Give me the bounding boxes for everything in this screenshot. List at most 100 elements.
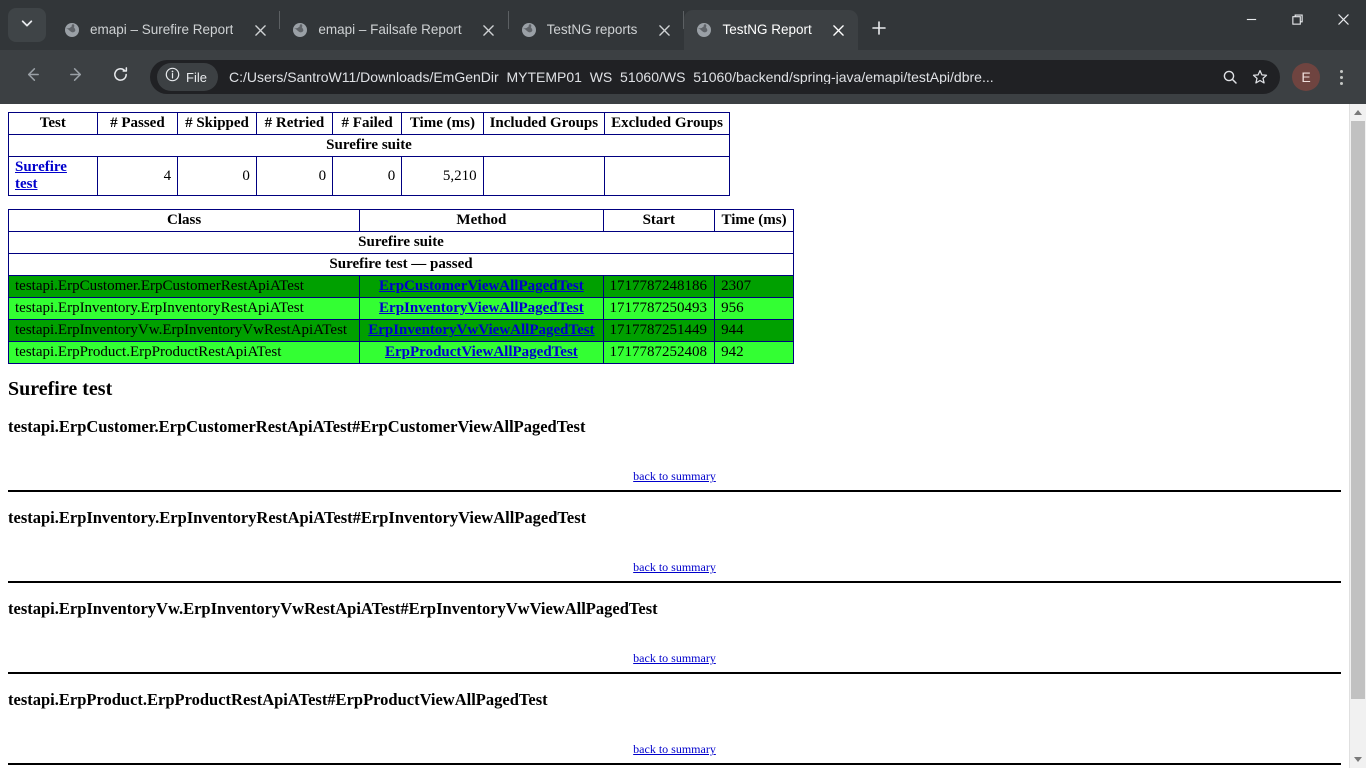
back-to-summary-row: back to summary bbox=[8, 649, 1341, 667]
close-icon[interactable] bbox=[478, 19, 500, 41]
forward-button[interactable] bbox=[60, 61, 92, 93]
method-link[interactable]: ErpProductViewAllPagedTest bbox=[385, 344, 578, 360]
surefire-test-link[interactable]: Surefire test bbox=[15, 159, 67, 192]
summary-passed: 4 bbox=[96, 156, 179, 196]
scrollbar-track[interactable] bbox=[1350, 121, 1366, 751]
kebab-menu-icon[interactable] bbox=[1326, 62, 1356, 92]
back-to-summary-row: back to summary bbox=[8, 467, 1341, 485]
globe-icon bbox=[521, 22, 537, 38]
new-tab-button[interactable] bbox=[864, 15, 894, 45]
back-to-summary-link[interactable]: back to summary bbox=[633, 651, 716, 665]
reload-button[interactable] bbox=[104, 61, 136, 93]
suite-name-row: Surefire suite bbox=[8, 134, 730, 157]
col-class: Class bbox=[7, 209, 361, 232]
zoom-icon[interactable] bbox=[1216, 63, 1244, 91]
detail-heading-0: testapi.ErpCustomer.ErpCustomerRestApiAT… bbox=[8, 417, 586, 436]
maximize-button[interactable] bbox=[1274, 0, 1320, 44]
back-to-summary-link[interactable]: back to summary bbox=[633, 742, 716, 756]
detail-heading-2: testapi.ErpInventoryVw.ErpInventoryVwRes… bbox=[8, 599, 658, 618]
back-icon bbox=[24, 66, 41, 88]
method-time: 956 bbox=[714, 297, 794, 320]
globe-icon bbox=[696, 22, 712, 38]
method-link[interactable]: ErpInventoryViewAllPagedTest bbox=[379, 300, 584, 316]
method-cell: ErpInventoryVwViewAllPagedTest bbox=[359, 319, 604, 342]
window-controls bbox=[1228, 0, 1366, 44]
file-scheme-chip[interactable]: File bbox=[157, 63, 218, 91]
suite-name: Surefire suite bbox=[8, 134, 730, 157]
method-start: 1717787251449 bbox=[602, 319, 716, 342]
method-time: 2307 bbox=[714, 275, 794, 298]
tab-testng-reports[interactable]: TestNG reports bbox=[509, 10, 684, 50]
testng-report-page: Test # Passed # Skipped # Retried # Fail… bbox=[0, 104, 1349, 768]
back-button[interactable] bbox=[16, 61, 48, 93]
tab-testng-report-active[interactable]: TestNG Report bbox=[684, 10, 858, 50]
browser-window: emapi – Surefire Report emapi – Failsafe… bbox=[0, 0, 1366, 768]
method-cell: ErpCustomerViewAllPagedTest bbox=[359, 275, 604, 298]
scroll-down-button[interactable] bbox=[1350, 751, 1366, 768]
minimize-icon bbox=[1245, 13, 1258, 31]
table-header-row: Test # Passed # Skipped # Retried # Fail… bbox=[8, 112, 730, 135]
col-test: Test bbox=[8, 112, 98, 135]
close-icon[interactable] bbox=[249, 19, 271, 41]
tab-failsafe-report[interactable]: emapi – Failsafe Report bbox=[280, 10, 507, 50]
url-text[interactable]: C:/Users/SantroW11/Downloads/EmGenDir_MY… bbox=[229, 70, 1214, 84]
col-start: Start bbox=[602, 209, 716, 232]
close-icon[interactable] bbox=[828, 19, 850, 41]
restore-icon bbox=[1291, 13, 1304, 31]
method-cell: ErpProductViewAllPagedTest bbox=[359, 341, 604, 364]
method-class: testapi.ErpInventory.ErpInventoryRestApi… bbox=[7, 297, 361, 320]
arrow-up-icon bbox=[1354, 110, 1362, 115]
method-class: testapi.ErpProduct.ErpProductRestApiATes… bbox=[7, 341, 361, 364]
star-icon[interactable] bbox=[1246, 63, 1274, 91]
table-header-row: Class Method Start Time (ms) bbox=[7, 209, 794, 232]
method-link[interactable]: ErpCustomerViewAllPagedTest bbox=[379, 278, 584, 294]
method-time: 942 bbox=[714, 341, 794, 364]
minimize-button[interactable] bbox=[1228, 0, 1274, 44]
close-window-button[interactable] bbox=[1320, 0, 1366, 44]
summary-skipped: 0 bbox=[177, 156, 257, 196]
forward-icon bbox=[68, 66, 85, 88]
summary-retried: 0 bbox=[255, 156, 334, 196]
col-time: Time (ms) bbox=[401, 112, 484, 135]
col-passed: # Passed bbox=[96, 112, 179, 135]
browser-toolbar: File C:/Users/SantroW11/Downloads/EmGenD… bbox=[0, 50, 1366, 104]
scroll-up-button[interactable] bbox=[1350, 104, 1366, 121]
avatar[interactable]: E bbox=[1292, 63, 1320, 91]
method-cell: ErpInventoryViewAllPagedTest bbox=[359, 297, 604, 320]
col-skipped: # Skipped bbox=[177, 112, 257, 135]
page-viewport: Test # Passed # Skipped # Retried # Fail… bbox=[0, 104, 1366, 768]
col-method: Method bbox=[359, 209, 604, 232]
tab-strip: emapi – Surefire Report emapi – Failsafe… bbox=[0, 0, 1366, 50]
globe-icon bbox=[292, 22, 308, 38]
table-row: testapi.ErpInventoryVw.ErpInventoryVwRes… bbox=[7, 319, 794, 342]
col-included: Included Groups bbox=[482, 112, 606, 135]
test-status: Surefire test — passed bbox=[8, 253, 794, 276]
summary-test-cell: Surefire test bbox=[8, 156, 98, 196]
globe-icon bbox=[64, 22, 80, 38]
method-start: 1717787248186 bbox=[602, 275, 716, 298]
table-row: testapi.ErpCustomer.ErpCustomerRestApiAT… bbox=[7, 275, 794, 298]
detail-heading-3: testapi.ErpProduct.ErpProductRestApiATes… bbox=[8, 690, 548, 709]
test-status-row: Surefire test — passed bbox=[8, 253, 794, 276]
col-failed: # Failed bbox=[332, 112, 403, 135]
page-scrollbar[interactable] bbox=[1349, 104, 1366, 768]
col-retried: # Retried bbox=[255, 112, 334, 135]
tab-title: TestNG Report bbox=[722, 23, 812, 37]
reload-icon bbox=[112, 66, 129, 88]
close-icon[interactable] bbox=[653, 19, 675, 41]
back-to-summary-row: back to summary bbox=[8, 740, 1341, 758]
tab-surefire-report[interactable]: emapi – Surefire Report bbox=[52, 10, 279, 50]
tab-search-button[interactable] bbox=[8, 8, 46, 42]
back-to-summary-link[interactable]: back to summary bbox=[633, 469, 716, 483]
suite-summary-table: Test # Passed # Skipped # Retried # Fail… bbox=[8, 112, 730, 196]
section-divider bbox=[8, 581, 1341, 583]
arrow-down-icon bbox=[1354, 757, 1362, 762]
methods-table: Class Method Start Time (ms) Surefire su… bbox=[7, 209, 794, 364]
col-time: Time (ms) bbox=[714, 209, 794, 232]
address-bar[interactable]: File C:/Users/SantroW11/Downloads/EmGenD… bbox=[150, 60, 1280, 94]
method-link[interactable]: ErpInventoryVwViewAllPagedTest bbox=[368, 322, 594, 338]
section-divider bbox=[8, 490, 1341, 492]
scrollbar-thumb[interactable] bbox=[1351, 121, 1365, 699]
back-to-summary-link[interactable]: back to summary bbox=[633, 560, 716, 574]
section-divider bbox=[8, 763, 1341, 765]
